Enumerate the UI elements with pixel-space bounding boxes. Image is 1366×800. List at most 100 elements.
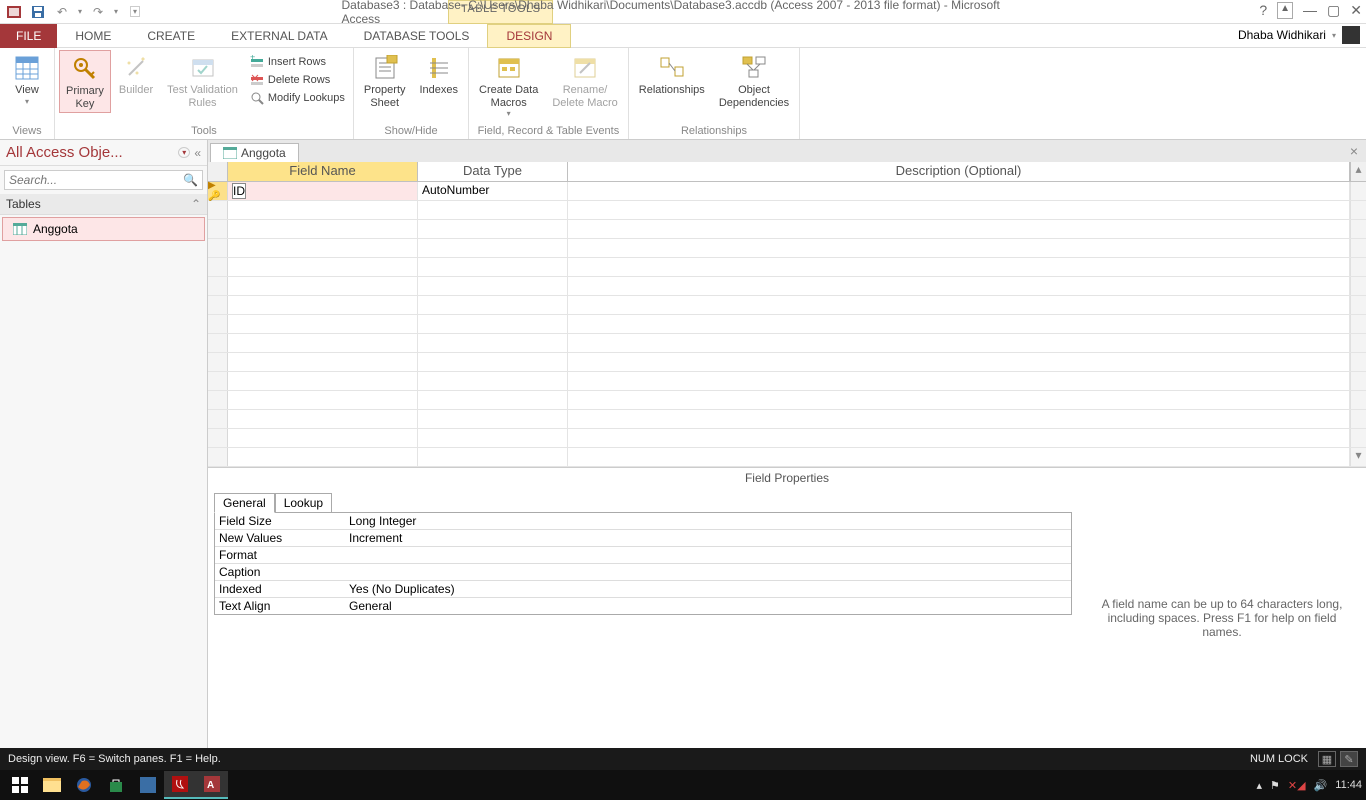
start-button-icon[interactable] bbox=[4, 771, 36, 799]
clock[interactable]: 11:44 bbox=[1335, 779, 1362, 791]
property-value[interactable]: Increment bbox=[345, 530, 1071, 546]
user-area[interactable]: Dhaba Widhikari ▾ bbox=[1238, 26, 1360, 44]
document-tab-anggota[interactable]: Anggota bbox=[210, 143, 299, 162]
tray-expand-icon[interactable]: ▴ bbox=[1256, 779, 1262, 792]
create-data-macros-button[interactable]: Create Data Macros▾ bbox=[473, 50, 544, 120]
search-icon[interactable]: 🔍 bbox=[179, 173, 202, 187]
file-explorer-icon[interactable] bbox=[36, 771, 68, 799]
property-sheet-button[interactable]: Property Sheet bbox=[358, 50, 412, 111]
undo-icon[interactable]: ↶ bbox=[54, 4, 70, 20]
grid-row[interactable] bbox=[208, 220, 1366, 239]
tab-design[interactable]: DESIGN bbox=[487, 24, 571, 48]
field-name-cell[interactable]: ID bbox=[228, 182, 418, 200]
field-name-value[interactable]: ID bbox=[232, 183, 246, 199]
firefox-icon[interactable] bbox=[68, 771, 100, 799]
network-icon[interactable]: ✕◢ bbox=[1288, 779, 1306, 792]
tab-lookup[interactable]: Lookup bbox=[275, 493, 332, 513]
app-icon[interactable] bbox=[132, 771, 164, 799]
restore-icon[interactable]: ▢ bbox=[1327, 2, 1340, 19]
modify-lookups-button[interactable]: Modify Lookups bbox=[246, 90, 349, 106]
primary-key-button[interactable]: Primary Key bbox=[59, 50, 111, 113]
data-type-cell[interactable]: AutoNumber bbox=[418, 182, 568, 200]
grid-row[interactable]: ▾ bbox=[208, 448, 1366, 467]
grid-row[interactable] bbox=[208, 334, 1366, 353]
view-button[interactable]: View ▾ bbox=[4, 50, 50, 108]
section-collapse-icon[interactable]: ⌃ bbox=[191, 197, 201, 211]
navpane-item-anggota[interactable]: Anggota bbox=[2, 217, 205, 241]
delete-rows-button[interactable]: Delete Rows bbox=[246, 72, 349, 88]
field-properties-grid[interactable]: Field SizeLong Integer New ValuesIncreme… bbox=[214, 512, 1072, 615]
grid-row[interactable] bbox=[208, 391, 1366, 410]
tab-home[interactable]: HOME bbox=[57, 25, 129, 47]
flag-icon[interactable]: ⚑ bbox=[1270, 779, 1280, 792]
navpane-search[interactable]: 🔍 bbox=[4, 170, 203, 190]
grid-row[interactable] bbox=[208, 410, 1366, 429]
view-label: View bbox=[15, 84, 39, 97]
tab-database-tools[interactable]: DATABASE TOOLS bbox=[346, 25, 488, 47]
grid-row[interactable] bbox=[208, 201, 1366, 220]
minimize-icon[interactable]: — bbox=[1303, 2, 1317, 19]
grid-row[interactable] bbox=[208, 429, 1366, 448]
scrollbar-track[interactable] bbox=[1350, 182, 1366, 200]
navpane-section-tables[interactable]: Tables ⌃ bbox=[0, 194, 207, 215]
ribbon-collapse-icon[interactable]: ▲ bbox=[1277, 2, 1293, 19]
ribbon-group-views: View ▾ Views bbox=[0, 48, 55, 139]
property-value[interactable]: Yes (No Duplicates) bbox=[345, 581, 1071, 597]
table-design-grid[interactable]: Field Name Data Type Description (Option… bbox=[208, 162, 1366, 467]
design-view-shortcut-icon[interactable]: ✎ bbox=[1340, 751, 1358, 767]
grid-row[interactable] bbox=[208, 372, 1366, 391]
grid-row[interactable] bbox=[208, 315, 1366, 334]
col-field-name[interactable]: Field Name bbox=[228, 162, 418, 181]
test-validation-button[interactable]: Test Validation Rules bbox=[161, 50, 244, 111]
col-description[interactable]: Description (Optional) bbox=[568, 162, 1350, 181]
navpane-header[interactable]: All Access Obje... ▾ « bbox=[0, 140, 207, 166]
builder-button[interactable]: Builder bbox=[113, 50, 159, 99]
tab-file[interactable]: FILE bbox=[0, 24, 57, 48]
tab-create[interactable]: CREATE bbox=[129, 25, 213, 47]
close-icon[interactable]: ✕ bbox=[1350, 2, 1362, 19]
rename-delete-macro-button[interactable]: Rename/ Delete Macro bbox=[546, 50, 623, 111]
indexes-button[interactable]: Indexes bbox=[414, 50, 465, 99]
grid-row[interactable] bbox=[208, 239, 1366, 258]
row-selector-header[interactable] bbox=[208, 162, 228, 181]
property-label: Indexed bbox=[215, 581, 345, 597]
property-value[interactable] bbox=[345, 564, 1071, 580]
relationships-icon bbox=[658, 54, 686, 82]
grid-row[interactable] bbox=[208, 353, 1366, 372]
volume-icon[interactable]: 🔊 bbox=[1314, 779, 1328, 792]
datasheet-view-shortcut-icon[interactable]: ▦ bbox=[1318, 751, 1336, 767]
col-data-type[interactable]: Data Type bbox=[418, 162, 568, 181]
insert-rows-button[interactable]: +Insert Rows bbox=[246, 54, 349, 70]
qat-customize-icon[interactable]: ▾ bbox=[130, 6, 140, 17]
grid-row[interactable] bbox=[208, 296, 1366, 315]
property-value[interactable]: General bbox=[345, 598, 1071, 614]
document-close-icon[interactable]: × bbox=[1350, 143, 1358, 159]
scroll-up-icon[interactable]: ▴ bbox=[1350, 162, 1366, 181]
search-input[interactable] bbox=[5, 171, 179, 189]
redo-dropdown-icon[interactable]: ▾ bbox=[114, 7, 118, 16]
redo-icon[interactable]: ↷ bbox=[90, 4, 106, 20]
property-value[interactable] bbox=[345, 547, 1071, 563]
navpane-dropdown-icon[interactable]: ▾ bbox=[178, 147, 190, 158]
property-value[interactable]: Long Integer bbox=[345, 513, 1071, 529]
help-icon[interactable]: ? bbox=[1259, 2, 1267, 19]
navpane-collapse-icon[interactable]: « bbox=[194, 146, 201, 160]
tab-general[interactable]: General bbox=[214, 493, 275, 513]
description-cell[interactable] bbox=[568, 182, 1350, 200]
grid-row[interactable]: ▶🔑 ID AutoNumber bbox=[208, 182, 1366, 201]
property-row: New ValuesIncrement bbox=[215, 530, 1071, 547]
grid-row[interactable] bbox=[208, 258, 1366, 277]
avatar[interactable] bbox=[1342, 26, 1360, 44]
workspace: All Access Obje... ▾ « 🔍 Tables ⌃ Anggot… bbox=[0, 140, 1366, 748]
acrobat-icon[interactable] bbox=[164, 771, 196, 799]
object-dependencies-button[interactable]: Object Dependencies bbox=[713, 50, 795, 111]
user-dropdown-icon[interactable]: ▾ bbox=[1332, 31, 1336, 40]
undo-dropdown-icon[interactable]: ▾ bbox=[78, 7, 82, 16]
tab-external-data[interactable]: EXTERNAL DATA bbox=[213, 25, 345, 47]
store-icon[interactable] bbox=[100, 771, 132, 799]
row-selector[interactable]: ▶🔑 bbox=[208, 182, 228, 200]
relationships-button[interactable]: Relationships bbox=[633, 50, 711, 99]
save-icon[interactable] bbox=[30, 4, 46, 20]
access-taskbar-icon[interactable]: A bbox=[196, 771, 228, 799]
grid-row[interactable] bbox=[208, 277, 1366, 296]
